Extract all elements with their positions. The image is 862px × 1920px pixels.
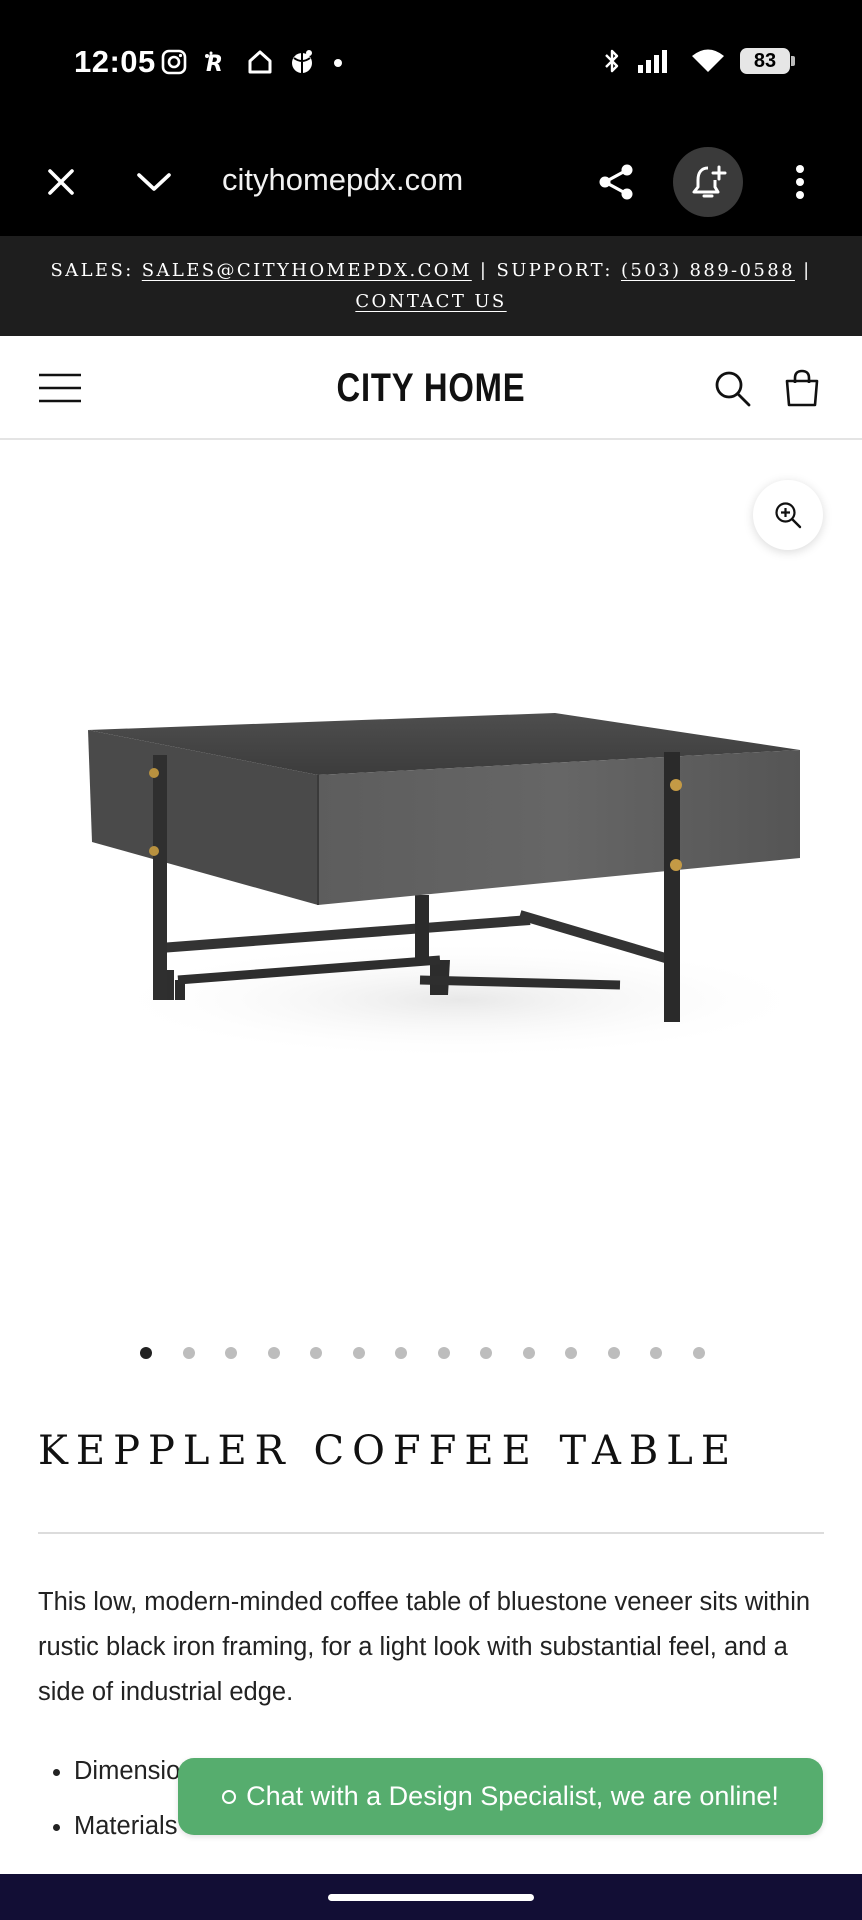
bell-plus-icon [692,165,727,198]
more-notifications-icon [334,59,342,67]
bluetooth-icon [605,49,619,73]
gallery-dot[interactable] [395,1347,407,1359]
home-icon [248,50,272,74]
product-title: KEPPLER COFFEE TABLE [38,1428,739,1474]
browser-menu-button[interactable] [772,154,828,210]
contact-us-link[interactable]: CONTACT US [355,291,506,312]
more-vertical-icon [796,165,804,199]
online-status-icon [222,1789,237,1804]
battery-level: 83 [753,49,777,72]
announcement-line-2: CONTACT US [0,286,862,317]
instagram-icon [161,49,187,75]
wifi-icon [692,49,724,72]
share-icon [599,164,633,200]
status-time: 12:05 [74,44,156,79]
status-system-icons: 83 [602,46,795,76]
product-gallery[interactable] [0,440,862,1330]
system-navigation-bar [0,1874,862,1920]
chat-label: Chat with a Design Specialist, we are on… [246,1781,779,1811]
chat-widget-button[interactable]: Chat with a Design Specialist, we are on… [178,1758,823,1835]
site-header: CITY HOME [0,336,862,440]
gallery-dot[interactable] [182,1347,195,1359]
announcement-line-1: SALES: SALES@CITYHOMEPDX.COM | SUPPORT: … [0,255,862,286]
divider [38,1532,824,1534]
add-notification-button[interactable] [673,147,743,217]
search-icon [715,371,751,407]
status-bar: 12:05 R 83 [0,0,862,128]
gallery-pagination [140,1347,705,1359]
signal-icon [638,50,667,73]
gallery-dot[interactable] [225,1347,237,1359]
sales-email-link[interactable]: SALES@CITYHOMEPDX.COM [142,260,472,281]
close-tab-button[interactable] [33,154,89,210]
product-description: This low, modern-minded coffee table of … [38,1588,811,1706]
menu-button[interactable] [38,366,82,410]
gallery-dot[interactable] [522,1347,535,1359]
gallery-dot[interactable] [650,1347,662,1359]
spec-item-dimensions: Dimensio [74,1744,180,1799]
home-gesture-handle[interactable] [328,1894,534,1901]
site-logo[interactable]: CITY HOME [78,366,785,411]
gallery-dot[interactable] [692,1347,705,1359]
search-button[interactable] [710,366,754,410]
gallery-dot[interactable] [140,1347,152,1359]
battery-indicator: 83 [740,48,795,74]
support-label: | SUPPORT: [479,260,613,281]
chevron-down-icon [137,173,171,191]
app-r-icon: R [205,51,223,76]
gallery-dot[interactable] [437,1347,450,1359]
gallery-dot[interactable] [565,1347,577,1359]
url-display[interactable]: cityhomepdx.com [222,162,463,198]
share-button[interactable] [588,154,644,210]
hamburger-menu-icon [39,373,81,403]
support-phone-link[interactable]: (503) 889-0588 [621,260,795,281]
status-notification-icons: R [160,48,346,76]
gallery-dot[interactable] [267,1347,280,1359]
product-image [88,713,820,1060]
gallery-dot[interactable] [607,1347,620,1359]
gallery-dot[interactable] [352,1347,365,1359]
minimize-tab-button[interactable] [126,154,182,210]
cart-button[interactable] [780,366,824,410]
sales-label: SALES: [50,260,134,281]
shopping-bag-icon [785,369,819,407]
browser-toolbar: cityhomepdx.com [0,128,862,236]
basketball-icon [292,50,312,73]
spec-item-materials: Materials [74,1799,180,1854]
separator: | [803,260,812,281]
gallery-dot[interactable] [310,1347,322,1359]
product-specs-list: Dimensio Materials [38,1744,180,1854]
announcement-bar: SALES: SALES@CITYHOMEPDX.COM | SUPPORT: … [0,236,862,336]
close-icon [48,169,74,195]
gallery-dot[interactable] [480,1347,492,1359]
